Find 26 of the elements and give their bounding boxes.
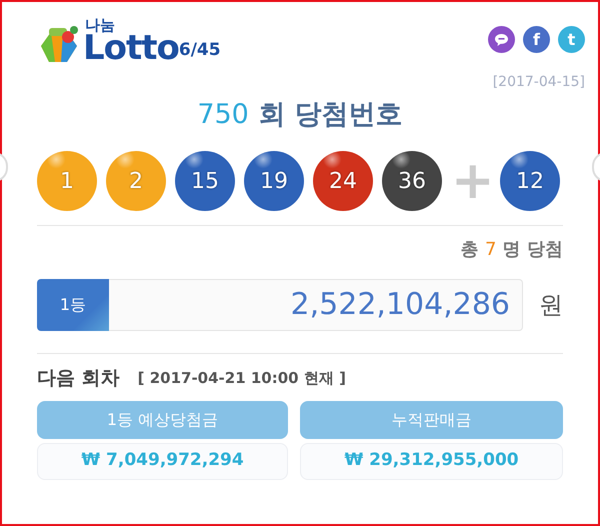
lottery-ball: 19 [244, 151, 304, 212]
chat-share-icon[interactable] [488, 26, 515, 53]
lottery-ball: 2 [106, 151, 166, 212]
stat-value: ₩ 29,312,955,000 [300, 442, 564, 480]
currency-unit: 원 [538, 290, 563, 322]
logo-suffix: 6/45 [178, 39, 221, 62]
lottery-ball: 1 [37, 151, 97, 212]
lottery-ball: 36 [382, 151, 442, 212]
draw-date: [2017-04-15] [492, 72, 585, 92]
winner-count: 총 7 명 당첨 [460, 238, 563, 262]
draw-title: 750 회 당첨번호 [196, 98, 404, 132]
lottery-ball: 15 [175, 151, 235, 212]
lottery-ball: 24 [313, 151, 373, 212]
plus-sign: + [451, 155, 491, 208]
twitter-share-icon[interactable]: t [558, 26, 585, 53]
next-round-date: [ 2017-04-21 10:00 현재 ] [138, 368, 346, 390]
stat-label: 1등 예상당첨금 [37, 400, 288, 439]
facebook-share-icon[interactable]: f [523, 26, 550, 53]
logo-subtitle: 나눔 [85, 18, 116, 33]
logo-text: Lotto [83, 33, 179, 64]
stat-label: 누적판매금 [300, 400, 564, 439]
rank-label: 1등 [37, 279, 109, 332]
stat-value: ₩ 7,049,972,294 [37, 442, 288, 480]
lottery-ball: 12 [500, 151, 560, 212]
next-round-label: 다음 회차 [37, 366, 120, 392]
prize-amount: 2,522,104,286 [109, 279, 523, 332]
